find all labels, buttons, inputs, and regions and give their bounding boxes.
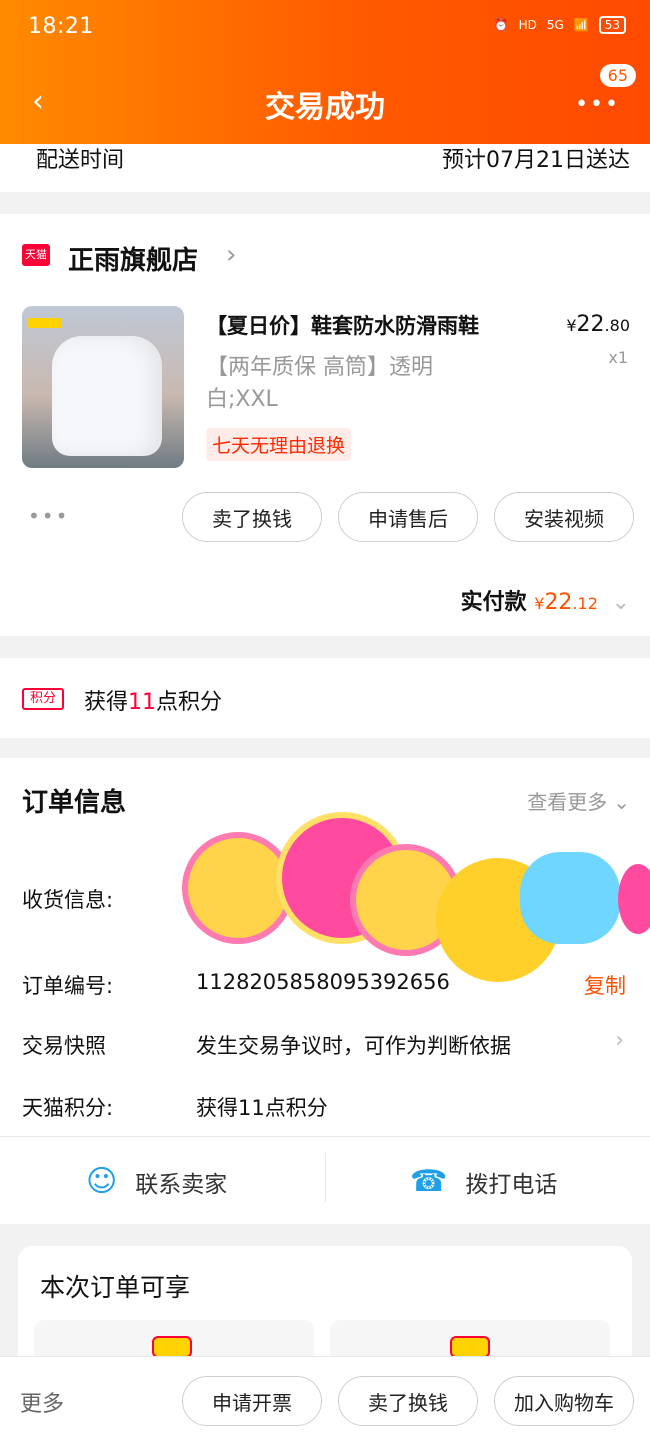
- status-time: 18:21: [28, 14, 94, 39]
- tmall-points-value: 获得11点积分: [196, 1096, 328, 1120]
- snapshot-value[interactable]: 发生交易争议时，可作为判断依据: [196, 1030, 511, 1060]
- perks-title: 本次订单可享: [40, 1273, 191, 1302]
- chevron-right-icon[interactable]: ›: [226, 240, 236, 270]
- hd-icon: HD: [518, 18, 537, 32]
- paid-value: ¥22.12: [534, 590, 598, 615]
- product-spec: 【两年质保 高筒】透明白;XXL: [206, 355, 433, 412]
- return-policy-badge: 七天无理由退换: [206, 428, 352, 461]
- product-price: ¥22.80: [566, 312, 630, 337]
- more-button[interactable]: 更多: [20, 1386, 64, 1418]
- more-menu-icon[interactable]: •••: [575, 92, 620, 117]
- invoice-button[interactable]: 申请开票: [182, 1376, 322, 1426]
- tmall-points-label: 天猫积分:: [22, 1096, 114, 1120]
- thumbnail-tag: [28, 318, 62, 328]
- view-more-link[interactable]: 查看更多 ⌄: [527, 786, 630, 815]
- after-sale-button[interactable]: 申请售后: [338, 492, 478, 542]
- boot-shape: [52, 336, 162, 456]
- order-number-label: 订单编号:: [22, 974, 114, 998]
- add-to-cart-button[interactable]: 加入购物车: [494, 1376, 634, 1426]
- copy-button[interactable]: 复制: [584, 970, 626, 1000]
- delivery-label: 配送时间: [36, 148, 125, 173]
- points-text: 获得11点积分: [84, 690, 223, 715]
- message-badge: 65: [599, 64, 636, 87]
- call-button[interactable]: ☎ 拨打电话: [410, 1164, 557, 1199]
- divider: [0, 1136, 650, 1137]
- paid-label: 实付款: [460, 590, 527, 615]
- chevron-down-icon: ⌄: [611, 590, 630, 615]
- page-title: 交易成功: [265, 90, 385, 125]
- store-name[interactable]: 正雨旗舰店: [68, 240, 198, 277]
- alarm-icon: ⏰: [493, 18, 509, 32]
- paid-amount[interactable]: 实付款 ¥22.12 ⌄: [461, 584, 630, 616]
- order-number-value: 1128205858095392656: [196, 970, 450, 994]
- points-badge: 积分: [22, 688, 64, 710]
- sell-button[interactable]: 卖了换钱: [182, 492, 322, 542]
- product-title[interactable]: 【夏日价】鞋套防水防滑雨鞋: [206, 310, 546, 340]
- shipping-info-label: 收货信息:: [22, 888, 114, 912]
- install-video-button[interactable]: 安装视频: [494, 492, 634, 542]
- header-bar: 18:21 ⏰ HD 5G 📶 53 ‹ 交易成功 ••• 65: [0, 0, 650, 144]
- delivery-card: 配送时间 预计07月21日送达: [0, 144, 650, 192]
- tmall-badge: 天猫: [22, 244, 50, 266]
- wifi-icon: 📶: [573, 18, 589, 32]
- chat-icon: ☺: [86, 1164, 118, 1199]
- contact-seller-button[interactable]: ☺ 联系卖家: [86, 1164, 227, 1199]
- delivery-value: 预计07月21日送达: [442, 148, 630, 173]
- product-qty: x1: [608, 348, 628, 367]
- price-dec: .80: [604, 316, 630, 335]
- product-thumbnail[interactable]: [22, 306, 184, 468]
- more-actions-icon[interactable]: •••: [28, 504, 69, 528]
- sell-button-bottom[interactable]: 卖了换钱: [338, 1376, 478, 1426]
- price-int: 22: [576, 312, 605, 337]
- price-symbol: ¥: [566, 316, 577, 335]
- snapshot-label: 交易快照: [22, 1034, 106, 1058]
- coupon-icon: [450, 1336, 490, 1358]
- battery-icon: 53: [598, 16, 626, 34]
- phone-icon: ☎: [410, 1164, 448, 1199]
- vertical-divider: [325, 1154, 326, 1202]
- signal-icon: 5G: [546, 18, 564, 32]
- status-icons: ⏰ HD 5G 📶 53: [494, 16, 626, 34]
- chevron-right-icon[interactable]: ›: [615, 1028, 624, 1053]
- order-info-title: 订单信息: [22, 788, 127, 818]
- coupon-icon: [152, 1336, 192, 1358]
